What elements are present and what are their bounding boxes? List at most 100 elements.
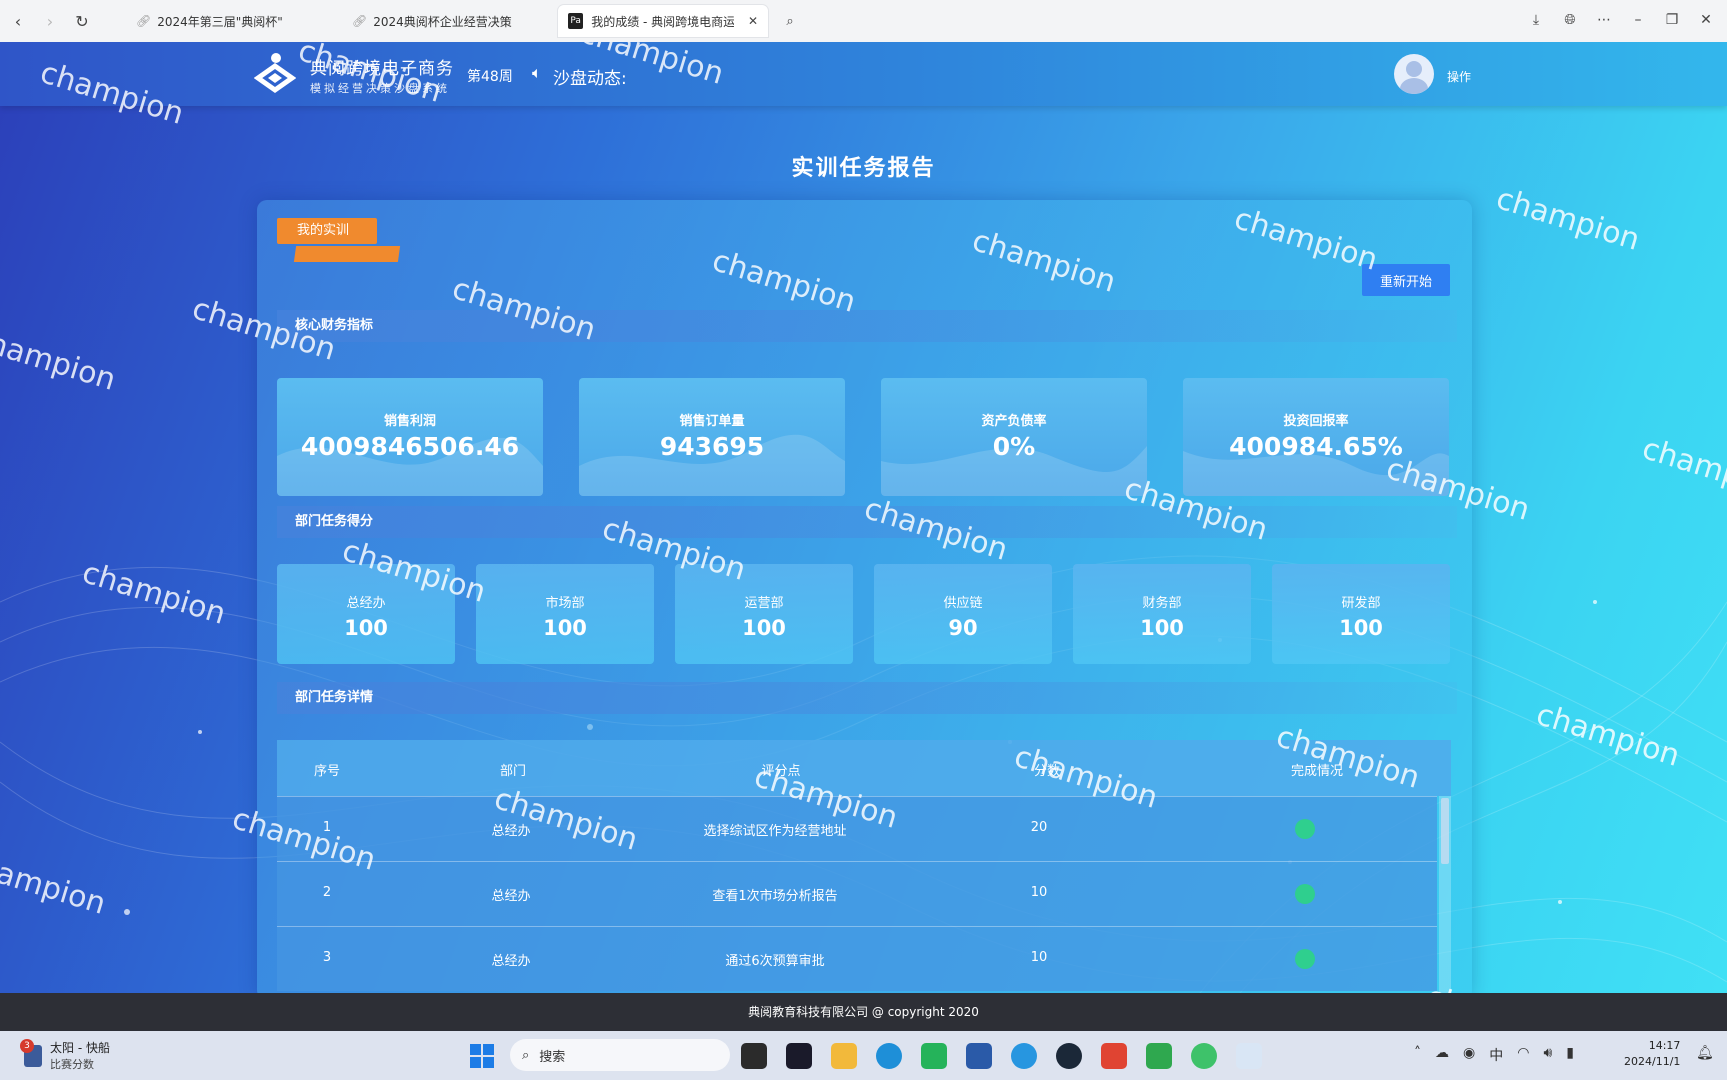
column-header: 分数 (1033, 764, 1061, 779)
kpi-label: 投资回报率 (1283, 414, 1349, 429)
browser-tab-2[interactable]: 🔗︎ 2024典阅杯企业经营决策 (342, 5, 552, 37)
tab-underline (293, 246, 401, 262)
clock-date: 2024/11/1 (1624, 1055, 1681, 1068)
xbox-icon[interactable] (1146, 1043, 1172, 1069)
dept-score: 90 (948, 616, 978, 640)
notification-bell-icon[interactable]: 🔔︎ (1696, 1045, 1714, 1061)
store-icon[interactable] (966, 1043, 992, 1069)
section-dept-details: 部门任务详情 (277, 682, 1457, 714)
ime-indicator[interactable]: 中 (1489, 1045, 1503, 1065)
table-row: 1 总经办 选择综试区作为经营地址 20 (277, 796, 1437, 861)
cloud-icon[interactable]: ☁︎ (1435, 1045, 1449, 1065)
browser-icon[interactable] (1011, 1043, 1037, 1069)
dept-score: 100 (344, 616, 388, 640)
wifi-icon[interactable]: ◠ (1517, 1045, 1529, 1065)
cell-score: 10 (1030, 885, 1048, 900)
chevron-up-icon[interactable]: ˄ (1414, 1045, 1421, 1065)
watermark: champion (78, 555, 230, 632)
report-panel: 我的实训 重新开始 核心财务指标 销售利润 4009846506.46 销售订单… (257, 200, 1472, 993)
minimize-icon[interactable]: – (1625, 6, 1651, 34)
speaker-icon: 🔈︎ (532, 63, 542, 82)
app-icon-3[interactable] (1236, 1043, 1262, 1069)
kpi-card-profit: 销售利润 4009846506.46 (277, 378, 543, 496)
app-icon-1[interactable] (786, 1043, 812, 1069)
volume-icon[interactable]: 🔊︎ (1543, 1045, 1552, 1065)
column-header: 完成情况 (1290, 764, 1344, 779)
table-row: 3 总经办 通过6次预算审批 10 (277, 926, 1437, 991)
task-view-icon[interactable] (741, 1043, 767, 1069)
page-content: 典阅跨境电子商务 模拟经营决策沙盘系统 第48周 🔈︎ 沙盘动态: 操作 实训任… (0, 42, 1727, 993)
globe-icon[interactable]: 🌐︎ (1557, 6, 1583, 34)
column-header: 部门 (499, 764, 527, 779)
wechat-icon[interactable] (1191, 1043, 1217, 1069)
browser-tab-active[interactable]: Pa 我的成绩 - 典阅跨境电商运营 ✕ (558, 5, 768, 37)
forward-icon[interactable]: › (36, 7, 64, 35)
kpi-label: 资产负债率 (981, 414, 1047, 429)
watermark: champion (0, 321, 120, 398)
tab-title: 2024年第三届"典阅杯" (157, 14, 283, 29)
copyright-footer: 典阅教育科技有限公司 @ copyright 2020 (0, 993, 1727, 1031)
notification-badge: 3 (20, 1038, 34, 1053)
task-detail-table: 序号 部门 评分点 分数 完成情况 1 总经办 选择综试区作为经营地址 20 2… (277, 740, 1451, 993)
cell-point: 通过6次预算审批 (725, 954, 825, 969)
kpi-value: 4009846506.46 (300, 432, 520, 461)
operate-menu[interactable]: 操作 (1447, 68, 1471, 85)
brand-subtitle: 模拟经营决策沙盘系统 (310, 82, 450, 95)
kpi-card-debt-ratio: 资产负债率 0% (881, 378, 1147, 496)
table-header: 序号 部门 评分点 分数 完成情况 (277, 740, 1451, 796)
wps-icon[interactable] (1101, 1043, 1127, 1069)
watermark: champion (1638, 431, 1727, 508)
restart-button[interactable]: 重新开始 (1362, 264, 1450, 296)
file-explorer-icon[interactable] (831, 1043, 857, 1069)
tab-search-icon[interactable]: ⌕ (776, 7, 804, 35)
section-core-finance: 核心财务指标 (277, 310, 1457, 342)
news-widget[interactable]: 3 太阳 - 快船 比赛分数 (20, 1038, 110, 1072)
cell-no: 2 (322, 885, 332, 900)
dept-score: 100 (543, 616, 587, 640)
refresh-icon[interactable]: ↻ (68, 7, 96, 35)
column-header: 评分点 (761, 764, 801, 779)
tab-title: 我的成绩 - 典阅跨境电商运营 (591, 14, 734, 29)
kpi-value: 0% (992, 432, 1036, 461)
table-row: 2 总经办 查看1次市场分析报告 10 (277, 861, 1437, 926)
user-avatar[interactable] (1394, 54, 1434, 94)
kpi-value: 943695 (659, 432, 765, 461)
link-icon: 🔗︎ (352, 14, 368, 28)
close-window-icon[interactable]: ✕ (1693, 6, 1719, 34)
sports-icon: 3 (20, 1038, 42, 1067)
browser-window-controls: ⤓ 🌐︎ ⋯ – ❐ ✕ (1523, 6, 1719, 34)
windows-start-icon[interactable] (470, 1044, 494, 1068)
dept-card-finance: 财务部 100 (1073, 564, 1251, 664)
tab-title: 2024典阅杯企业经营决策 (373, 14, 512, 29)
edge-icon[interactable] (876, 1043, 902, 1069)
my-training-tab[interactable]: 我的实训 (277, 218, 377, 244)
more-icon[interactable]: ⋯ (1591, 6, 1617, 34)
app-tray-icon[interactable]: ◉ (1463, 1045, 1475, 1065)
battery-icon[interactable]: ▮ (1566, 1045, 1574, 1065)
widget-subtitle: 比赛分数 (50, 1058, 94, 1071)
dept-score: 100 (1140, 616, 1184, 640)
app-icon-2[interactable] (921, 1043, 947, 1069)
system-tray: ˄ ☁︎ ◉ 中 ◠ 🔊︎ ▮ (1414, 1045, 1574, 1065)
cell-dept: 总经办 (491, 824, 531, 839)
steam-icon[interactable] (1056, 1043, 1082, 1069)
dept-label: 总经办 (346, 596, 386, 611)
dept-score: 100 (1339, 616, 1383, 640)
restore-icon[interactable]: ❐ (1659, 6, 1685, 34)
kpi-card-orders: 销售订单量 943695 (579, 378, 845, 496)
taskbar-search[interactable]: ⌕ 搜索 (510, 1039, 730, 1071)
cell-dept: 总经办 (491, 889, 531, 904)
table-scroll-thumb[interactable] (1441, 798, 1449, 864)
dept-card-marketing: 市场部 100 (476, 564, 654, 664)
browser-tab-1[interactable]: 🔗︎ 2024年第三届"典阅杯" (126, 5, 336, 37)
site-favicon-icon: Pa (568, 13, 584, 29)
brand-title: 典阅跨境电子商务 (310, 59, 454, 79)
system-clock[interactable]: 14:17 2024/11/1 (1624, 1038, 1680, 1070)
download-icon[interactable]: ⤓ (1523, 6, 1549, 34)
close-tab-icon[interactable]: ✕ (748, 14, 758, 28)
dept-card-supply-chain: 供应链 90 (874, 564, 1052, 664)
column-header: 序号 (313, 764, 341, 779)
dept-score: 100 (742, 616, 786, 640)
dept-label: 市场部 (545, 596, 585, 611)
back-icon[interactable]: ‹ (4, 7, 32, 35)
